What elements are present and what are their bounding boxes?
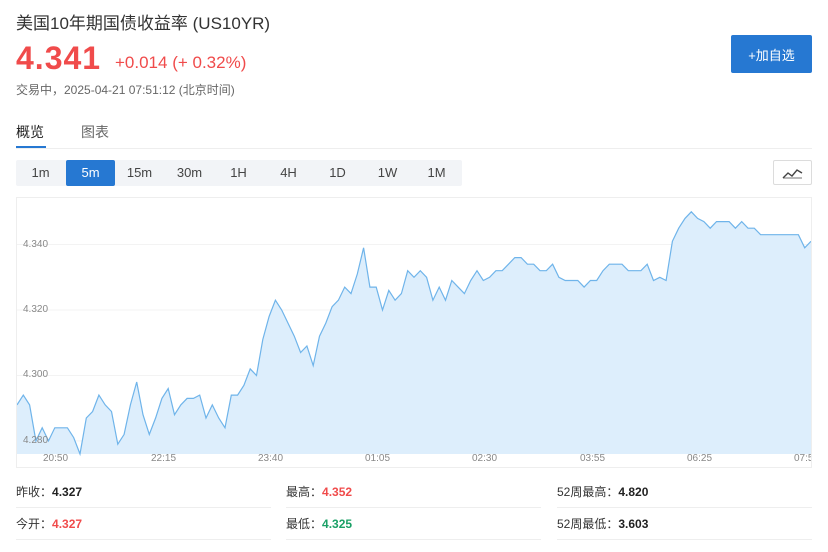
stat-label: 52周最低： xyxy=(557,517,619,531)
period-1mo[interactable]: 1M xyxy=(412,160,461,186)
stat-value: 3.603 xyxy=(618,517,649,531)
price-chart-svg xyxy=(17,210,811,457)
period-15m[interactable]: 15m xyxy=(115,160,164,186)
stat-item: 昨收：4.327 xyxy=(16,478,271,508)
stat-label: 昨收： xyxy=(16,485,53,499)
stat-label: 最低： xyxy=(286,517,323,531)
y-tick-label: 4.280 xyxy=(23,434,49,446)
period-1h[interactable]: 1H xyxy=(214,160,263,186)
period-1w[interactable]: 1W xyxy=(363,160,412,186)
stat-value: 4.352 xyxy=(322,485,353,499)
stat-value: 4.820 xyxy=(618,485,649,499)
period-1d[interactable]: 1D xyxy=(313,160,362,186)
stat-item: 52周最低：3.603 xyxy=(557,510,812,540)
stat-item: 今开：4.327 xyxy=(16,510,271,540)
tab-bar: 概览 图表 xyxy=(16,120,812,149)
period-5m[interactable]: 5m xyxy=(66,160,115,186)
current-price: 4.341 xyxy=(16,40,102,76)
price-area-fill xyxy=(17,211,811,454)
x-tick-label: 23:40 xyxy=(258,453,284,464)
stat-label: 今开： xyxy=(16,517,53,531)
x-tick-label: 20:50 xyxy=(43,453,69,464)
x-tick-label: 06:25 xyxy=(687,453,713,464)
stat-item: 52周最高：4.820 xyxy=(557,478,812,508)
period-30m[interactable]: 30m xyxy=(165,160,214,186)
trading-status: 交易中，2025-04-21 07:51:12 (北京时间) xyxy=(16,83,235,97)
security-title: 美国10年期国债收益率 (US10YR) xyxy=(16,14,271,33)
stat-value: 4.327 xyxy=(52,517,83,531)
period-selector: 1m 5m 15m 30m 1H 4H 1D 1W 1M xyxy=(16,160,462,186)
stat-item: 最低：4.325 xyxy=(286,510,541,540)
tab-overview[interactable]: 概览 xyxy=(16,122,44,142)
add-to-watchlist-button[interactable]: +加自选 xyxy=(731,35,812,73)
x-tick-label: 22:15 xyxy=(151,453,177,464)
x-tick-label: 03:55 xyxy=(580,453,606,464)
x-tick-label: 07:5 xyxy=(794,453,812,464)
chart-type-toggle[interactable] xyxy=(773,160,812,185)
y-tick-label: 4.300 xyxy=(23,369,49,381)
period-4h[interactable]: 4H xyxy=(264,160,313,186)
price-change: +0.014 (+ 0.32%) xyxy=(115,53,247,72)
stat-label: 最高： xyxy=(286,485,323,499)
x-tick-label: 01:05 xyxy=(365,453,391,464)
y-tick-label: 4.320 xyxy=(23,304,49,315)
line-chart-icon xyxy=(782,169,803,179)
period-1m[interactable]: 1m xyxy=(16,160,65,186)
y-tick-label: 4.340 xyxy=(23,238,49,250)
stat-label: 52周最高： xyxy=(557,485,619,499)
stat-item: 最高：4.352 xyxy=(286,478,541,508)
stat-value: 4.327 xyxy=(52,485,83,499)
x-tick-label: 02:30 xyxy=(472,453,498,464)
stat-value: 4.325 xyxy=(322,517,353,531)
active-tab-indicator xyxy=(16,146,46,148)
tab-chart[interactable]: 图表 xyxy=(81,122,109,142)
price-chart[interactable]: 4.340 4.320 4.300 4.280 20:50 22:15 23:40 01:05… xyxy=(16,197,812,468)
